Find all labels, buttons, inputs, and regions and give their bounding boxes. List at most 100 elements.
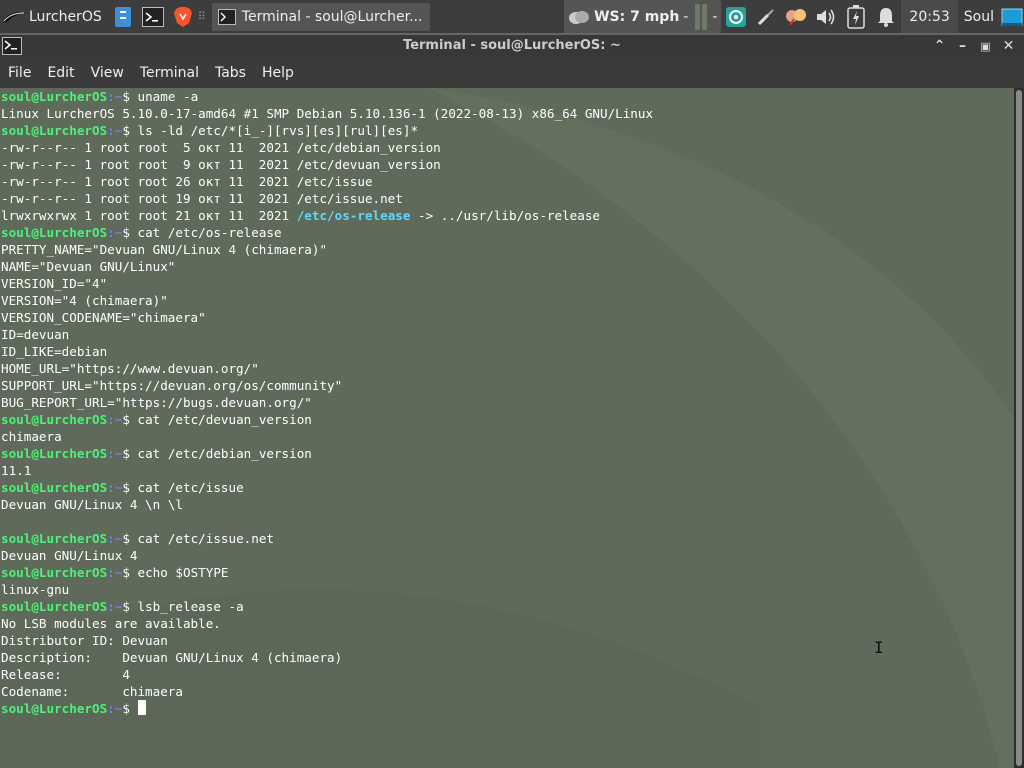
prompt-path: :~ bbox=[107, 446, 123, 461]
window-titlebar[interactable]: Terminal - soul@LurcherOS: ~ ⌃ – ▣ ✕ bbox=[0, 35, 1024, 57]
minimize-button[interactable]: – bbox=[951, 35, 974, 57]
prompt-user-host: soul@LurcherOS bbox=[1, 531, 108, 546]
terminal-menubar: File Edit View Terminal Tabs Help bbox=[0, 57, 1024, 88]
prompt-user-host: soul@LurcherOS bbox=[1, 412, 108, 427]
command-text: echo $OSTYPE bbox=[137, 565, 229, 580]
workspace-switcher-icon[interactable] bbox=[694, 3, 708, 31]
menu-view[interactable]: View bbox=[83, 65, 132, 81]
output-text: Devuan GNU/Linux 4 bbox=[1, 548, 138, 563]
terminal-line: soul@LurcherOS:~$ cat /etc/debian_versio… bbox=[1, 445, 653, 462]
command-text: ls -ld /etc/*[i_-][rvs][es][rul][es]* bbox=[137, 123, 419, 138]
terminal-line: soul@LurcherOS:~$ echo $OSTYPE bbox=[1, 564, 653, 581]
menu-file[interactable]: File bbox=[0, 65, 39, 81]
output-text: HOME_URL="https://www.devuan.org/" bbox=[1, 361, 259, 376]
prompt-dollar: $ bbox=[122, 225, 138, 240]
clock[interactable]: 20:53 bbox=[901, 0, 958, 33]
output-text: linux-gnu bbox=[1, 582, 70, 597]
output-text: -rw-r--r-- 1 root root 9 окт 11 2021 /et… bbox=[1, 157, 441, 172]
output-text: Description: Devuan GNU/Linux 4 (chimaer… bbox=[1, 650, 343, 665]
prompt-path: :~ bbox=[107, 531, 123, 546]
output-text: ID=devuan bbox=[1, 327, 70, 342]
maximize-icon: ▣ bbox=[980, 39, 991, 53]
volume-tray-button[interactable] bbox=[811, 0, 841, 33]
terminal-launcher[interactable] bbox=[138, 0, 168, 33]
command-text: cat /etc/issue.net bbox=[137, 531, 274, 546]
terminal-line: soul@LurcherOS:~$ bbox=[1, 700, 653, 717]
prompt-dollar: $ bbox=[122, 480, 138, 495]
maximize-button[interactable]: ▣ bbox=[974, 35, 997, 57]
output-text: -rw-r--r-- 1 root root 5 окт 11 2021 /et… bbox=[1, 140, 441, 155]
close-icon: ✕ bbox=[1002, 38, 1015, 54]
command-text: cat /etc/debian_version bbox=[137, 446, 312, 461]
prompt-user-host: soul@LurcherOS bbox=[1, 123, 108, 138]
battery-tray-button[interactable] bbox=[841, 0, 871, 33]
applications-menu-label: LurcherOS bbox=[29, 8, 102, 25]
output-text: lrwxrwxrwx 1 root root 21 окт 11 2021 bbox=[1, 208, 297, 223]
applications-menu-button[interactable]: LurcherOS bbox=[0, 0, 108, 33]
menu-help[interactable]: Help bbox=[254, 65, 302, 81]
show-desktop-button[interactable] bbox=[1000, 0, 1024, 33]
prompt-path: :~ bbox=[107, 599, 123, 614]
notes-pin-icon bbox=[786, 8, 807, 26]
output-text: VERSION="4 (chimaera)" bbox=[1, 293, 168, 308]
prompt-dollar: $ bbox=[122, 531, 138, 546]
terminal-line: linux-gnu bbox=[1, 581, 653, 598]
prompt-path: :~ bbox=[107, 89, 123, 104]
menu-terminal[interactable]: Terminal bbox=[132, 65, 207, 81]
prompt-dollar: $ bbox=[122, 446, 138, 461]
output-text: Linux LurcherOS 5.10.0-17-amd64 #1 SMP D… bbox=[1, 106, 654, 121]
command-text: cat /etc/issue bbox=[137, 480, 244, 495]
prompt-user-host: soul@LurcherOS bbox=[1, 446, 108, 461]
lurcher-logo-icon bbox=[3, 11, 25, 23]
menu-edit[interactable]: Edit bbox=[39, 65, 82, 81]
command-text: lsb_release -a bbox=[137, 599, 244, 614]
weather-wind-speed: WS: 7 mph bbox=[594, 8, 680, 25]
terminal-line: soul@LurcherOS:~$ lsb_release -a bbox=[1, 598, 653, 615]
close-button[interactable]: ✕ bbox=[997, 35, 1020, 57]
command-text: cat /etc/os-release bbox=[137, 225, 282, 240]
shade-button[interactable]: ⌃ bbox=[928, 35, 951, 57]
terminal-line: soul@LurcherOS:~$ ls -ld /etc/*[i_-][rvs… bbox=[1, 122, 653, 139]
prompt-dollar: $ bbox=[122, 412, 138, 427]
notes-tray-button[interactable] bbox=[781, 0, 811, 33]
terminal-line: 11.1 bbox=[1, 462, 653, 479]
output-text: -rw-r--r-- 1 root root 19 окт 11 2021 /e… bbox=[1, 191, 403, 206]
prompt-dollar: $ bbox=[122, 565, 138, 580]
terminal-line: Description: Devuan GNU/Linux 4 (chimaer… bbox=[1, 649, 653, 666]
panel-separator: ⠿ bbox=[197, 10, 206, 23]
user-menu-button[interactable]: Soul bbox=[958, 0, 1000, 33]
brave-browser-launcher[interactable] bbox=[168, 0, 198, 33]
tools-tray-button[interactable] bbox=[751, 0, 781, 33]
menu-tabs[interactable]: Tabs bbox=[207, 65, 254, 81]
terminal-line: -rw-r--r-- 1 root root 26 окт 11 2021 /e… bbox=[1, 173, 653, 190]
scrollbar-thumb[interactable] bbox=[1016, 90, 1022, 766]
notifications-tray-button[interactable] bbox=[871, 0, 901, 33]
volume-icon bbox=[817, 9, 835, 24]
brave-browser-icon bbox=[173, 6, 192, 27]
prompt-dollar: $ bbox=[122, 89, 138, 104]
prompt-path: :~ bbox=[107, 225, 123, 240]
terminal-line: HOME_URL="https://www.devuan.org/" bbox=[1, 360, 653, 377]
output-text: Devuan GNU/Linux 4 \n \l bbox=[1, 497, 183, 512]
weather-plugin[interactable]: WS: 7 mph - - bbox=[564, 0, 722, 33]
terminal-line: Devuan GNU/Linux 4 bbox=[1, 547, 653, 564]
network-icon bbox=[726, 6, 747, 27]
prompt-path: :~ bbox=[107, 123, 123, 138]
taskbar-item-terminal[interactable]: Terminal - soul@Lurcher... bbox=[211, 2, 431, 31]
prompt-dollar: $ bbox=[122, 599, 138, 614]
terminal-output: soul@LurcherOS:~$ uname -a Linux LurcherO… bbox=[1, 88, 653, 717]
terminal-view[interactable]: soul@LurcherOS:~$ uname -a Linux LurcherO… bbox=[0, 88, 1014, 768]
network-tray-button[interactable] bbox=[721, 0, 751, 33]
prompt-dollar: $ bbox=[122, 701, 138, 716]
terminal-line: soul@LurcherOS:~$ cat /etc/os-release bbox=[1, 224, 653, 241]
weather-separator: - bbox=[712, 8, 718, 25]
terminal-line: Distributor ID: Devuan bbox=[1, 632, 653, 649]
terminal-line: soul@LurcherOS:~$ uname -a bbox=[1, 88, 653, 105]
terminal-line: -rw-r--r-- 1 root root 9 окт 11 2021 /et… bbox=[1, 156, 653, 173]
prompt-path: :~ bbox=[107, 565, 123, 580]
terminal-scrollbar[interactable] bbox=[1014, 88, 1024, 768]
window-controls: ⌃ – ▣ ✕ bbox=[928, 35, 1020, 57]
file-manager-launcher[interactable] bbox=[108, 0, 138, 33]
prompt-path: :~ bbox=[107, 701, 123, 716]
